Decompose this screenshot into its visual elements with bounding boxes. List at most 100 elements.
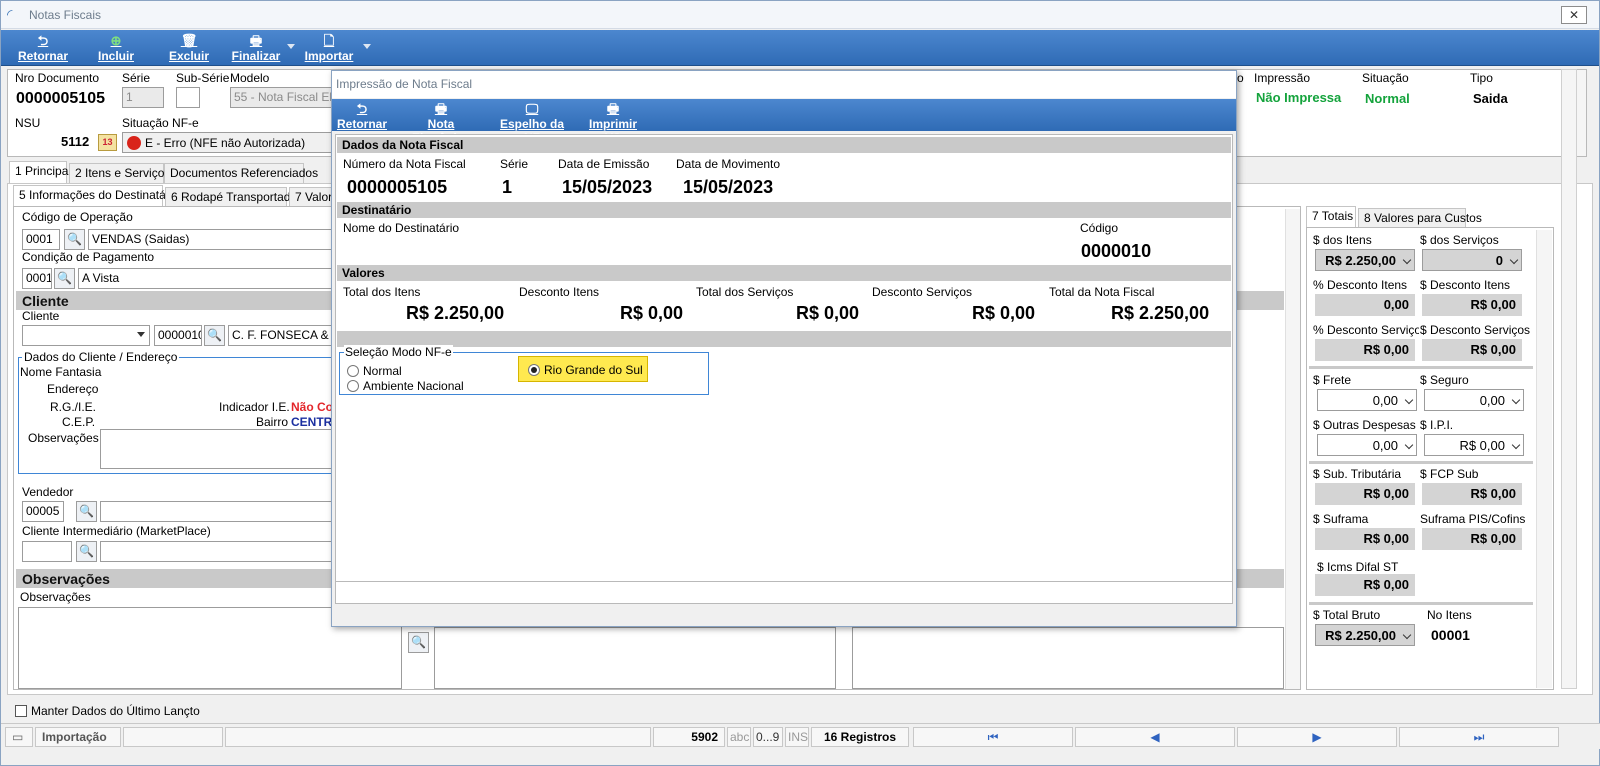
nota-eletronica-button[interactable]: 🖶Nota Eletrônica	[398, 100, 484, 145]
modo-normal-radio[interactable]	[347, 365, 359, 377]
serie-field[interactable]: 1	[122, 87, 164, 108]
dialog-retornar-button[interactable]: ⮌ Retornar	[336, 100, 388, 132]
registros-count: 16 Registros	[811, 727, 909, 747]
tab-principal[interactable]: 1 Principal	[9, 161, 71, 183]
icms-difal-field[interactable]: R$ 0,00	[1315, 574, 1415, 596]
cliente-nome-field[interactable]: C. F. FONSECA & CI	[228, 325, 338, 346]
total-nota-value: R$ 2.250,00	[1111, 303, 1210, 323]
form-scrollbar[interactable]	[1285, 209, 1300, 689]
codigo-operacao-label: Código de Operação	[22, 210, 133, 224]
codigo-operacao-search-button[interactable]: 🔍	[64, 229, 85, 250]
suframa-field[interactable]: R$ 0,00	[1315, 528, 1415, 550]
prev-record-button[interactable]: ◀	[1075, 727, 1235, 747]
observacoes-cliente-field[interactable]	[100, 429, 334, 469]
cond-pag-field[interactable]: 0001	[22, 268, 52, 289]
tab-rodape-transportador[interactable]: 6 Rodapé Transportador	[165, 187, 301, 207]
tab-itens-servicos[interactable]: 2 Itens e Serviços	[69, 163, 170, 183]
suframa-value: R$ 0,00	[1363, 531, 1409, 546]
incluir-label: Incluir	[97, 49, 134, 63]
ipi-field[interactable]: R$ 0,00	[1424, 434, 1524, 456]
importar-dropdown-icon[interactable]	[363, 44, 371, 49]
outras-despesas-field[interactable]: 0,00	[1317, 434, 1417, 456]
numero-nota-label: Número da Nota Fiscal	[343, 157, 466, 171]
intermediario-nome-field[interactable]	[100, 541, 338, 562]
suframa-pis-field[interactable]: R$ 0,00	[1422, 528, 1522, 550]
total-servicos-label: Total dos Serviços	[696, 285, 794, 299]
tab-totais[interactable]: 7 Totais	[1306, 206, 1356, 228]
chevron-down-icon	[1511, 395, 1521, 405]
indicador-ie-label: Indicador I.E.	[219, 400, 290, 414]
vendedor-field[interactable]: 00005	[22, 501, 64, 522]
total-bruto-field[interactable]: R$ 2.250,00	[1315, 624, 1415, 646]
cliente-codigo-field[interactable]: 0000010	[154, 325, 202, 346]
endereco-label: Endereço	[47, 382, 99, 396]
desc-serv-field[interactable]: R$ 0,00	[1422, 339, 1522, 361]
search-icon: 🔍	[79, 544, 94, 558]
fcp-sub-field[interactable]: R$ 0,00	[1422, 483, 1522, 505]
codigo-operacao-field[interactable]: 0001	[22, 229, 60, 250]
last-record-button[interactable]: ⏭	[1399, 727, 1559, 747]
finalizar-button[interactable]: 🖶 Finalizar	[231, 32, 281, 64]
no-itens-label: No Itens	[1427, 608, 1472, 622]
incluir-button[interactable]: ⊕ Incluir	[93, 32, 139, 64]
numero-nota-value: 0000005105	[347, 177, 448, 197]
totais-scrollbar[interactable]	[1536, 230, 1552, 688]
intermediario-field[interactable]	[22, 541, 72, 562]
subserie-field[interactable]	[176, 87, 200, 108]
chevron-down-icon	[1402, 255, 1412, 265]
seguro-field[interactable]: 0,00	[1424, 389, 1524, 411]
manter-dados-checkbox[interactable]	[15, 705, 27, 717]
desconto-itens-value: R$ 0,00	[620, 303, 684, 323]
title-bar: ◜ Notas Fiscais ✕	[1, 1, 1599, 29]
cond-pag-desc-field[interactable]: A Vista	[78, 268, 338, 289]
search-icon: 🔍	[79, 504, 94, 518]
operacao-desc-field[interactable]: VENDAS (Saidas)	[88, 229, 338, 250]
sub-tributaria-label: $ Sub. Tributária	[1313, 467, 1402, 481]
search-icon: 🔍	[67, 232, 82, 246]
modo-ambiente-nacional-radio[interactable]	[347, 380, 359, 392]
modelo-field[interactable]: 55 - Nota Fiscal Ele	[230, 87, 332, 108]
manter-dados-label: Manter Dados do Último Lançto	[31, 704, 200, 718]
pct-desc-serv-field[interactable]: R$ 0,00	[1315, 339, 1415, 361]
pct-desc-itens-field[interactable]: 0,00	[1315, 294, 1415, 316]
dos-servicos-label: $ dos Serviços	[1420, 233, 1499, 247]
first-record-button[interactable]: ⏮	[913, 727, 1073, 747]
search-icon: 🔍	[411, 635, 426, 649]
imprimir-vs-button[interactable]: 🖶Imprimir VS	[580, 100, 646, 145]
calendar-icon[interactable]: 13	[98, 134, 117, 151]
desc-itens-field[interactable]: R$ 0,00	[1422, 294, 1522, 316]
tab-informacoes-destinatario[interactable]: 5 Informações do Destinatário	[13, 185, 179, 207]
excluir-button[interactable]: 🗑 Excluir	[167, 32, 211, 64]
tab-documentos-referenciados[interactable]: Documentos Referenciados	[164, 163, 318, 183]
dos-servicos-field[interactable]: 0	[1422, 249, 1522, 271]
nsu-label: NSU	[15, 116, 41, 130]
finalizar-dropdown-icon[interactable]	[287, 44, 295, 49]
dialog-body: Dados da Nota Fiscal Número da Nota Fisc…	[335, 134, 1233, 582]
status-abc: abc	[727, 727, 751, 747]
status-ins: INS	[785, 727, 809, 747]
vendedor-nome-field[interactable]	[100, 501, 338, 522]
next-record-button[interactable]: ▶	[1237, 727, 1397, 747]
retornar-button[interactable]: ⮌ Retornar	[15, 32, 71, 64]
total-nota-label: Total da Nota Fiscal	[1049, 285, 1155, 299]
close-button[interactable]: ✕	[1561, 6, 1587, 24]
cliente-type-select[interactable]	[22, 325, 150, 346]
dos-itens-label: $ dos Itens	[1313, 233, 1372, 247]
sub-tributaria-field[interactable]: R$ 0,00	[1315, 483, 1415, 505]
importar-button[interactable]: 🗋 Importar	[301, 32, 357, 64]
modo-rio-grande-radio[interactable]	[528, 364, 540, 376]
cliente-search-button[interactable]: 🔍	[204, 325, 225, 346]
dos-itens-field[interactable]: R$ 2.250,00	[1315, 249, 1415, 271]
intermediario-search-button[interactable]: 🔍	[76, 541, 97, 562]
vendedor-search-button[interactable]: 🔍	[76, 501, 97, 522]
observacoes-search-button[interactable]: 🔍	[408, 632, 429, 653]
espelho-nf-button[interactable]: 🖵Espelho da NF	[494, 100, 570, 145]
window-scrollbar[interactable]	[1561, 69, 1577, 689]
observacoes-aux2-field[interactable]	[852, 627, 1284, 689]
frete-field[interactable]: 0,00	[1317, 389, 1417, 411]
tab-valores-custos[interactable]: 8 Valores para Custos	[1358, 208, 1482, 228]
cond-pag-search-button[interactable]: 🔍	[54, 268, 75, 289]
tipo-label: Tipo	[1470, 71, 1493, 85]
modo-rio-grande-option[interactable]: Rio Grande do Sul	[518, 356, 648, 382]
observacoes-aux-field[interactable]	[434, 627, 836, 689]
